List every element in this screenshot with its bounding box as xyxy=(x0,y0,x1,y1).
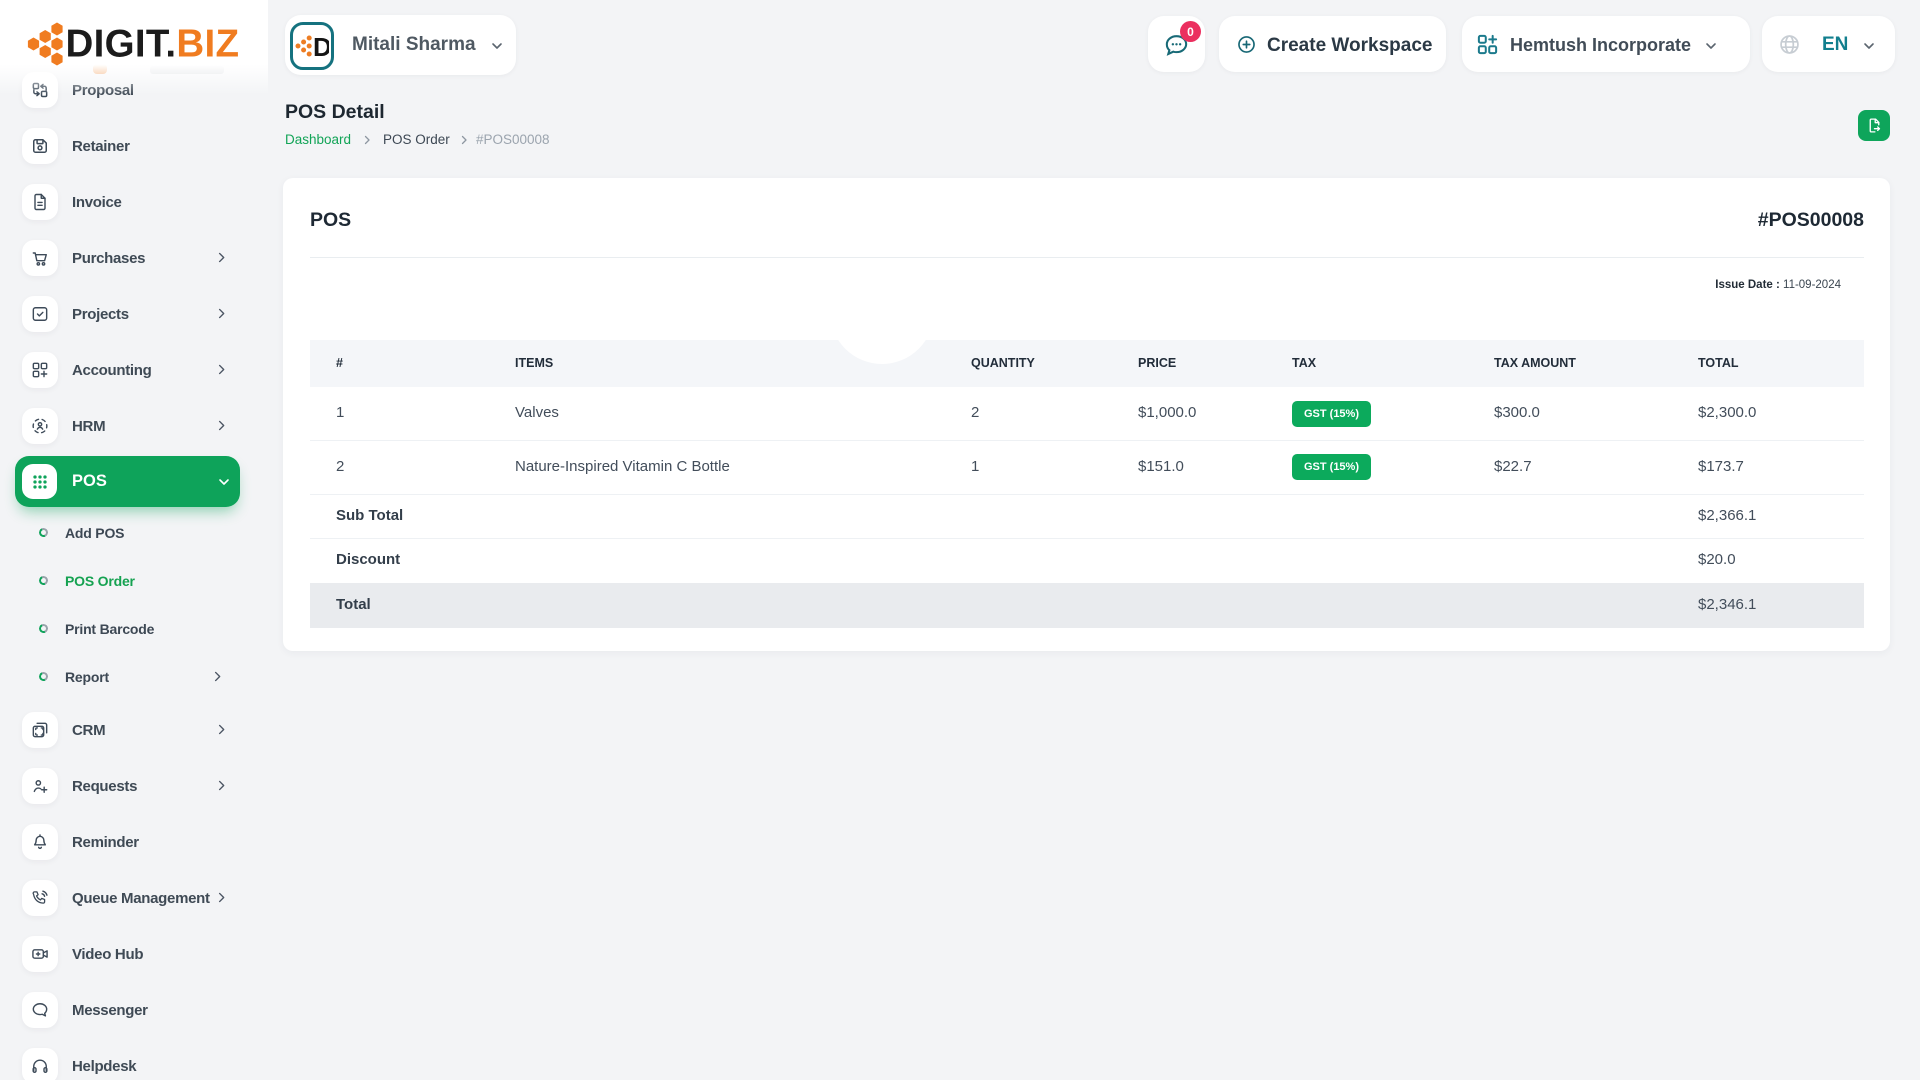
svg-text:D: D xyxy=(313,32,329,60)
svg-text:DIGIT.BIZ: DIGIT.BIZ xyxy=(66,23,240,66)
